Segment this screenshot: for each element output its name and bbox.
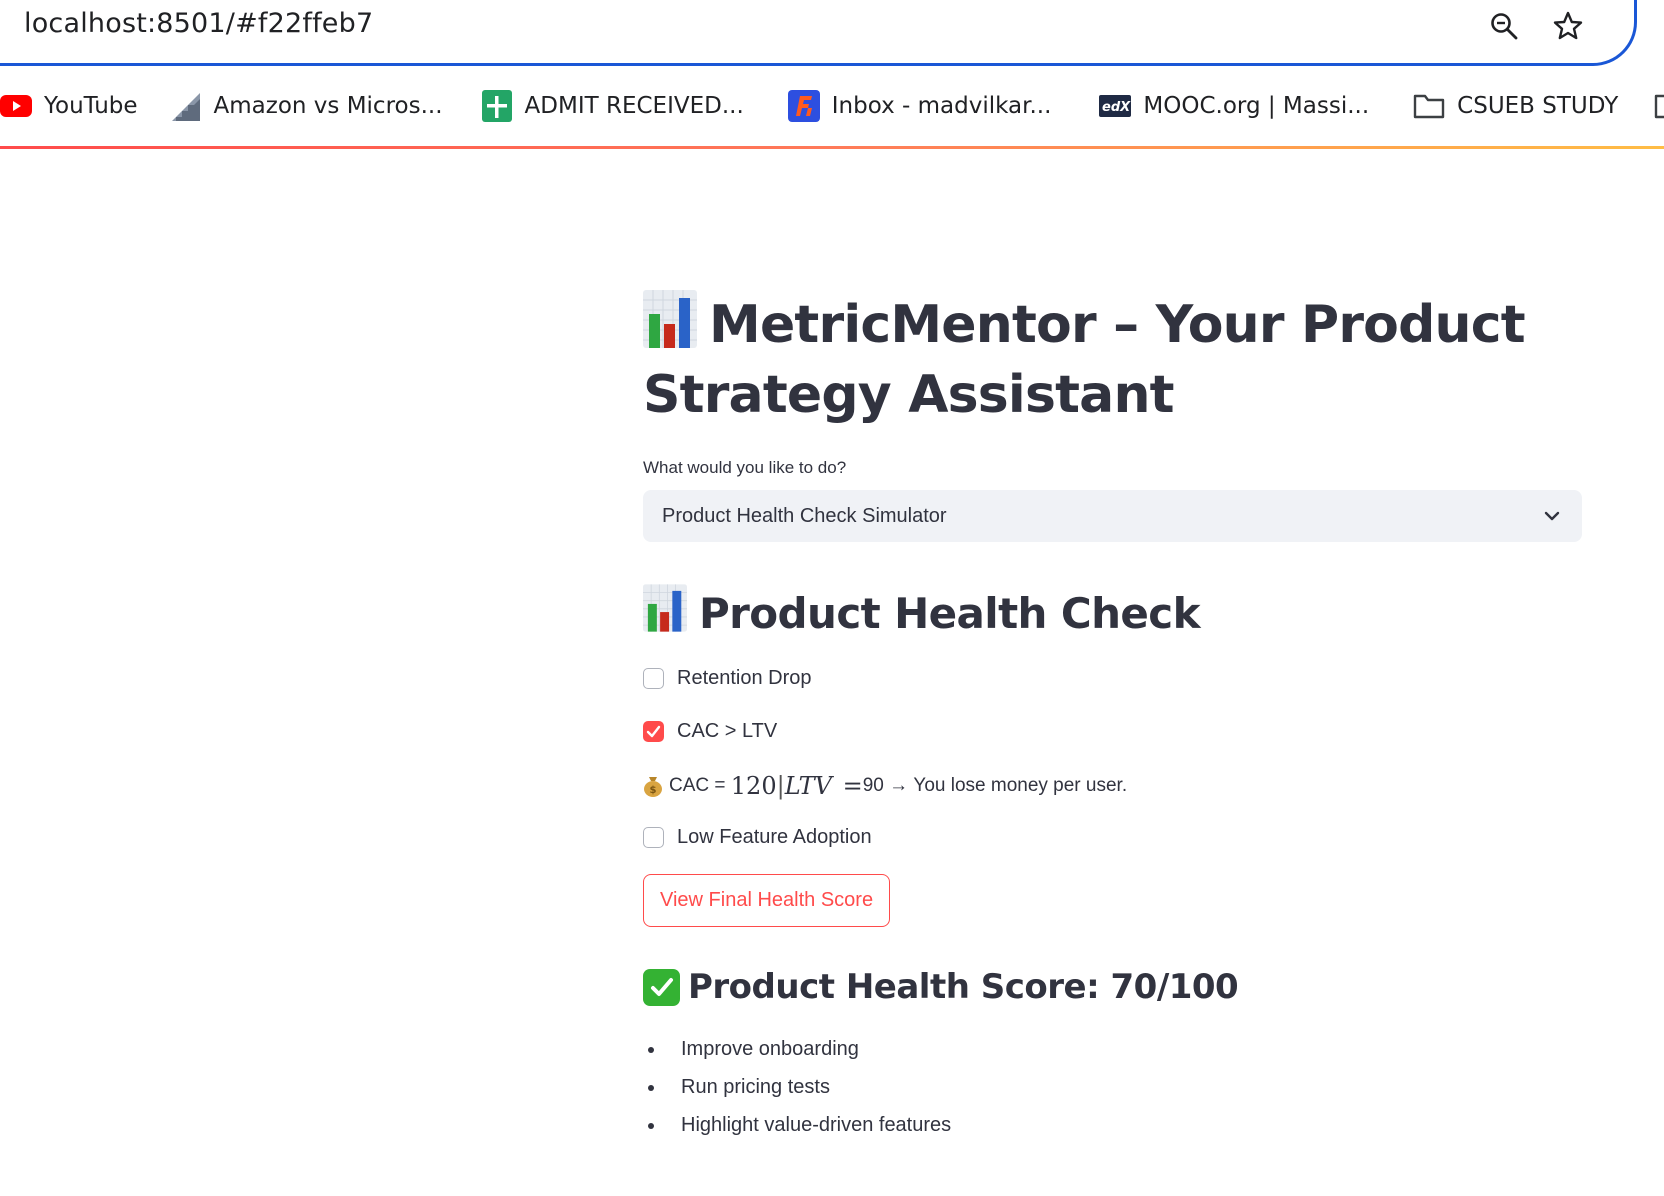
edx-icon: edX [1099, 90, 1132, 122]
check-mark-button-icon [643, 968, 680, 1006]
bookmark-star-icon[interactable] [1552, 10, 1584, 42]
youtube-icon [0, 90, 32, 122]
checkbox-box[interactable] [643, 826, 664, 848]
google-sheets-icon [481, 90, 513, 122]
bookmark-label: ADMIT RECEIVED... [524, 93, 744, 119]
svg-text:edX: edX [1102, 100, 1131, 115]
list-item: Highlight value-driven features [643, 1111, 1583, 1149]
money-bag-icon: $ [644, 777, 662, 797]
bookmark-label: Inbox - madvilkar... [831, 93, 1052, 119]
action-select[interactable]: Product Health Check Simulator [643, 490, 1582, 542]
bar-chart-icon [643, 290, 697, 348]
svg-text:$: $ [650, 785, 657, 796]
checkbox-retention-drop[interactable]: Retention Drop [643, 663, 1583, 693]
bar-chart-icon [643, 584, 687, 632]
checkbox-cac-gt-ltv[interactable]: CAC > LTV [643, 716, 1583, 746]
bookmark-youtube[interactable]: YouTube [0, 84, 138, 128]
bookmark-mooc[interactable]: edX MOOC.org | Massi... [1099, 84, 1369, 128]
checkbox-low-feature-adoption[interactable]: Low Feature Adoption [643, 822, 1583, 852]
bookmark-inbox[interactable]: Inbox - madvilkar... [787, 84, 1052, 128]
url-text[interactable]: localhost:8501/#f22ffeb7 [24, 8, 373, 39]
math-equals: = [842, 772, 863, 800]
checkbox-label: Retention Drop [677, 666, 812, 689]
section-title-text: Product Health Check [699, 589, 1201, 638]
address-bar[interactable]: localhost:8501/#f22ffeb7 [0, 0, 1637, 66]
zoom-icon[interactable] [1490, 12, 1518, 40]
checkbox-box-checked[interactable] [643, 720, 664, 742]
checkbox-label: CAC > LTV [677, 719, 778, 742]
bookmark-admit-received[interactable]: ADMIT RECEIVED... [481, 84, 744, 128]
ltv-symbol: LTV [784, 772, 833, 800]
list-item: Run pricing tests [643, 1073, 1583, 1111]
bookmark-amazon-vs-microsoft[interactable]: Amazon vs Micros... [170, 84, 443, 128]
bookmark-label: YouTube [44, 93, 138, 119]
app-title-text: MetricMentor – Your Product Strategy Ass… [643, 295, 1526, 425]
insight-message: You lose money per user. [913, 775, 1128, 796]
bookmarks-bar: YouTube Amazon vs Micros... ADMIT RECEIV… [0, 84, 1664, 128]
recommendations-list: Improve onboarding Run pricing tests Hig… [643, 1035, 1583, 1149]
select-label: What would you like to do? [643, 458, 847, 477]
view-final-health-score-button[interactable]: View Final Health Score [643, 874, 891, 927]
cac-value: 120 [730, 772, 777, 800]
cac-prefix: CAC = [669, 775, 726, 796]
section-title: Product Health Check [643, 584, 1583, 643]
chevron-down-icon [1544, 511, 1560, 521]
main-content: MetricMentor – Your Product Strategy Ass… [643, 290, 1583, 1149]
checkbox-label: Low Feature Adoption [677, 825, 872, 848]
math-separator: | [776, 772, 785, 800]
page-title: MetricMentor – Your Product Strategy Ass… [643, 290, 1583, 430]
ltv-value: 90 [862, 775, 884, 796]
folder-icon [1654, 90, 1664, 122]
select-value: Product Health Check Simulator [662, 504, 947, 527]
bookmark-overflow[interactable] [1654, 84, 1664, 128]
list-item: Improve onboarding [643, 1035, 1583, 1073]
bookmark-label: Amazon vs Micros... [213, 93, 443, 119]
bookmark-label: CSUEB STUDY [1457, 93, 1619, 119]
mail-app-icon [787, 90, 820, 122]
chart-stairs-icon [170, 90, 202, 122]
checkmark-icon [646, 725, 661, 737]
cac-ltv-insight: $ CAC = 120 | LTV = 90 → You lose money per… [643, 770, 1583, 802]
health-score-heading: Product Health Score: 70/100 [643, 963, 1583, 1011]
health-score-text: Product Health Score: 70/100 [688, 967, 1239, 1007]
folder-icon [1413, 90, 1445, 122]
arrow-glyph: → [889, 775, 909, 796]
header-decoration [0, 146, 1664, 149]
browser-toolbar: localhost:8501/#f22ffeb7 YouTube Amazon … [0, 0, 1664, 149]
bookmark-folder-csueb[interactable]: CSUEB STUDY [1413, 84, 1618, 128]
bookmark-label: MOOC.org | Massi... [1143, 93, 1370, 119]
checkbox-box[interactable] [643, 667, 664, 689]
